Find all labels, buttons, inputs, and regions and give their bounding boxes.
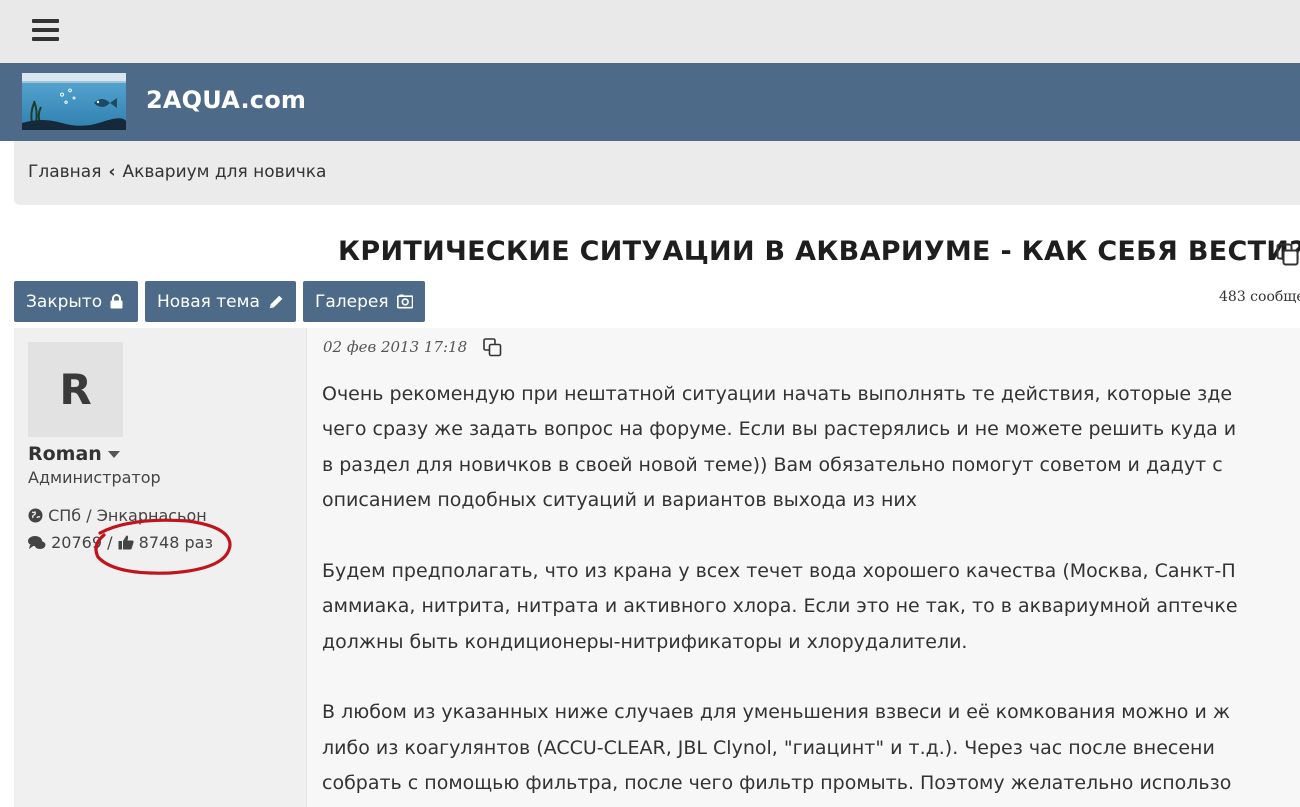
post-line: Будем предполагать, что из крана у всех … [322, 560, 1236, 582]
copy-link-icon[interactable] [1276, 243, 1300, 271]
post-line: собрать с помощью фильтра, после чего фи… [322, 772, 1232, 794]
pencil-icon [269, 295, 283, 308]
closed-button[interactable]: Закрыто [14, 281, 138, 322]
breadcrumb-home-link[interactable]: Главная [28, 162, 101, 182]
author-post-count: 20769 [51, 533, 102, 552]
post-line: либо из коагулянтов (ACCU-CLEAR, JBL Cly… [322, 737, 1215, 759]
comments-icon [28, 536, 46, 549]
new-topic-button-label: Новая тема [157, 291, 260, 312]
post-line: В любом из указанных ниже случаев для ум… [322, 701, 1230, 723]
post-line: Очень рекомендую при нештатной ситуации … [322, 383, 1233, 405]
camera-icon [396, 294, 413, 309]
lock-icon [110, 294, 123, 309]
closed-button-label: Закрыто [26, 291, 103, 312]
author-stats: 20769 / 8748 раз [28, 533, 213, 552]
author-location-text: СПб / Энкарнасьон [48, 506, 207, 525]
topic-post-count: 483 сообще [1219, 289, 1300, 305]
hamburger-menu-icon[interactable] [32, 19, 59, 41]
gallery-button-label: Галерея [315, 291, 389, 312]
gallery-button[interactable]: Галерея [303, 281, 425, 322]
stats-separator: / [107, 533, 113, 552]
page-title: КРИТИЧЕСКИЕ СИТУАЦИИ В АКВАРИУМЕ - КАК С… [338, 236, 1300, 267]
site-logo[interactable] [22, 73, 126, 130]
chevron-down-icon [107, 451, 120, 458]
author-name[interactable]: Roman [28, 443, 120, 465]
top-bar [0, 0, 1300, 63]
author-location: СПб / Энкарнасьон [28, 506, 207, 525]
breadcrumb-category-link[interactable]: Аквариум для новичка [122, 162, 326, 182]
breadcrumb: Главная ‹ Аквариум для новичка [28, 162, 326, 182]
site-name[interactable]: 2AQUA.com [146, 86, 306, 114]
post-line: чего сразу же задать вопрос на форуме. Е… [322, 418, 1237, 440]
new-topic-button[interactable]: Новая тема [145, 281, 296, 322]
post-line: аммиака, нитрита, нитрата и активного хл… [322, 595, 1238, 617]
post-date[interactable]: 02 фев 2013 17:18 [323, 338, 467, 356]
post-line: должны быть кондиционеры-нитрификаторы и… [322, 631, 968, 653]
thumbs-up-icon [118, 535, 134, 550]
avatar-letter: R [59, 365, 92, 414]
breadcrumb-separator: ‹ [108, 162, 116, 182]
copy-link-icon[interactable] [483, 338, 502, 361]
author-likes: 8748 раз [138, 533, 213, 552]
author-name-text: Roman [28, 443, 102, 465]
author-role: Администратор [28, 468, 161, 487]
post-line: в раздел для новичков в своей новой теме… [322, 454, 1223, 476]
post-line: описанием подобных ситуаций и вариантов … [322, 489, 917, 511]
globe-icon [28, 508, 43, 523]
avatar[interactable]: R [28, 342, 123, 437]
